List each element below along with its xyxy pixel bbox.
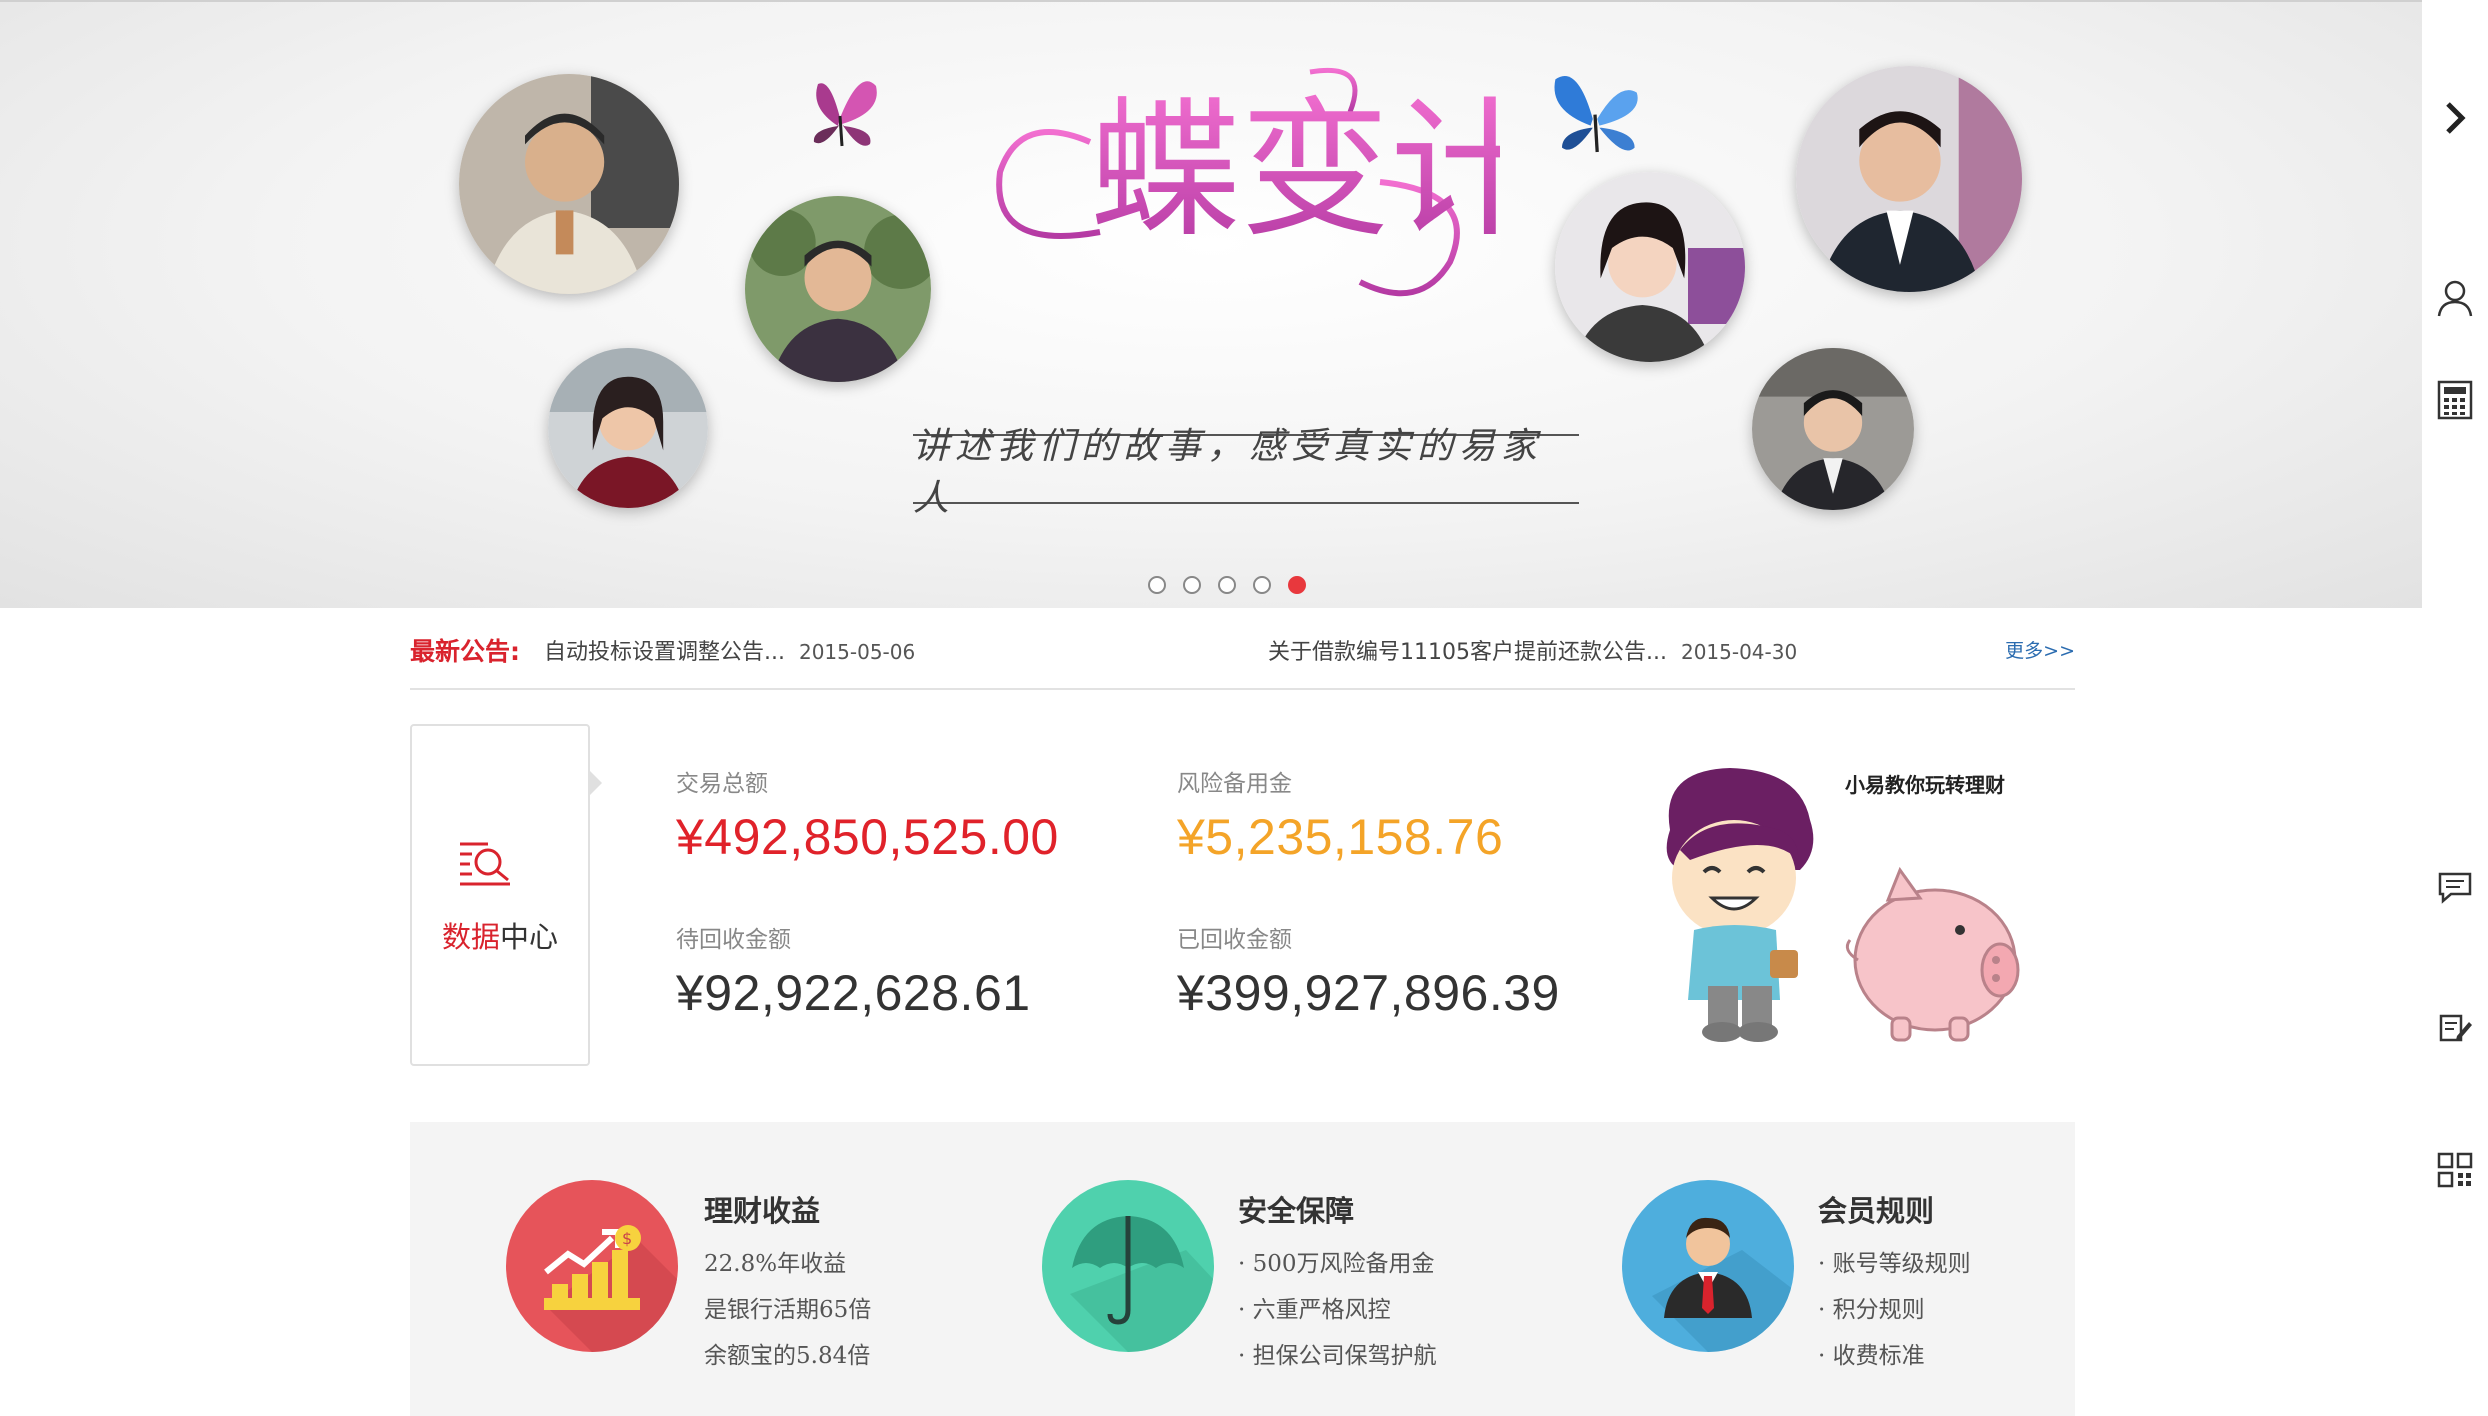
features-section: $ 理财收益 22.8%年收益 是银行活期65倍 余额宝的5.84倍 安全保障 … <box>410 1122 2075 1416</box>
svg-text:$: $ <box>622 1229 632 1248</box>
data-search-icon <box>460 842 510 886</box>
stat-value-pending: ¥92,922,628.61 <box>676 965 1031 1021</box>
butterfly-blue-icon <box>1554 76 1638 153</box>
carousel-dot-1[interactable] <box>1148 576 1166 594</box>
stat-value-total: ¥492,850,525.00 <box>676 809 1059 865</box>
edit-icon[interactable] <box>2435 1008 2475 1048</box>
feature-line: 余额宝的5.84倍 <box>704 1343 871 1369</box>
feature-line[interactable]: · 账号等级规则 <box>1818 1244 1971 1278</box>
feature-title-returns[interactable]: 理财收益 <box>704 1188 820 1230</box>
member-person-icon[interactable] <box>1622 1180 1794 1352</box>
member-avatar <box>745 196 931 382</box>
member-avatar <box>1752 348 1914 510</box>
notice-item[interactable]: 自动投标设置调整公告... 2015-05-06 <box>544 634 915 666</box>
notice-title[interactable]: 自动投标设置调整公告... <box>544 640 785 665</box>
notice-date: 2015-05-06 <box>798 640 916 664</box>
chevron-right-icon[interactable] <box>2435 98 2475 138</box>
stat-label-risk-reserve: 风险备用金 <box>1177 771 1292 797</box>
qrcode-icon[interactable] <box>2435 1150 2475 1190</box>
feature-title-security[interactable]: 安全保障 <box>1238 1188 1354 1230</box>
feature-line: · 六重严格风控 <box>1238 1297 1391 1323</box>
member-avatar <box>548 348 708 508</box>
growth-chart-icon[interactable]: $ <box>506 1180 678 1352</box>
banner-slogan: 讲述我们的故事，感受真实的易家人 <box>913 426 1544 519</box>
feature-line: 是银行活期65倍 <box>704 1297 872 1323</box>
right-toolbar <box>2422 0 2488 1416</box>
feature-line[interactable]: · 收费标准 <box>1818 1336 1925 1370</box>
member-avatar <box>1555 172 1745 362</box>
banner-slogan-box: 讲述我们的故事，感受真实的易家人 <box>913 426 1579 519</box>
user-icon[interactable] <box>2435 278 2475 318</box>
butterfly-pink-icon <box>813 81 877 147</box>
member-avatar <box>1796 66 2022 292</box>
carousel-dot-3[interactable] <box>1218 576 1236 594</box>
data-center-title: 数据中心 <box>412 914 588 956</box>
member-avatar <box>459 74 679 294</box>
carousel-dots <box>1148 576 1306 594</box>
stat-label-pending: 待回收金额 <box>676 927 791 953</box>
data-center-card[interactable]: 数据中心 <box>410 724 602 1066</box>
stat-label-total: 交易总额 <box>676 771 768 797</box>
mascot-caption: 小易教你玩转理财 <box>1845 773 2005 797</box>
carousel-dot-2[interactable] <box>1183 576 1201 594</box>
banner-title-art: 蝶变计 <box>996 67 1500 297</box>
umbrella-icon[interactable] <box>1042 1180 1214 1352</box>
feature-title-membership[interactable]: 会员规则 <box>1818 1188 1934 1230</box>
carousel-dot-4[interactable] <box>1253 576 1271 594</box>
mascot-illustration: 小易教你玩转理财 <box>1666 768 2020 1042</box>
stat-value-risk-reserve: ¥5,235,158.76 <box>1177 809 1504 865</box>
notice-title[interactable]: 关于借款编号11105客户提前还款公告... <box>1268 640 1667 665</box>
notice-label: 最新公告: <box>410 637 520 666</box>
banner-title-char: 蝶变计 <box>1090 84 1500 258</box>
data-center-title-red: 数据 <box>441 920 500 954</box>
hero-banner[interactable]: 蝶变计 讲述我们的故事，感受真实的易家人 <box>0 0 2422 608</box>
message-icon[interactable] <box>2435 868 2475 908</box>
feature-line: 22.8%年收益 <box>704 1251 847 1277</box>
feature-line[interactable]: · 积分规则 <box>1818 1290 1925 1324</box>
calculator-icon[interactable] <box>2435 380 2475 420</box>
stat-label-recovered: 已回收金额 <box>1177 927 1292 953</box>
notice-item[interactable]: 关于借款编号11105客户提前还款公告... 2015-04-30 <box>1268 634 1797 666</box>
carousel-dot-5[interactable] <box>1288 576 1306 594</box>
feature-line: · 500万风险备用金 <box>1238 1251 1435 1277</box>
notice-more-link[interactable]: 更多>> <box>2005 636 2075 663</box>
notice-date: 2015-04-30 <box>1680 640 1798 664</box>
notice-bar: 最新公告: 自动投标设置调整公告... 2015-05-06 关于借款编号1110… <box>410 612 2075 690</box>
data-center-title-dark: 中心 <box>500 920 559 954</box>
feature-line: · 担保公司保驾护航 <box>1238 1343 1437 1369</box>
stat-value-recovered: ¥399,927,896.39 <box>1177 965 1560 1021</box>
